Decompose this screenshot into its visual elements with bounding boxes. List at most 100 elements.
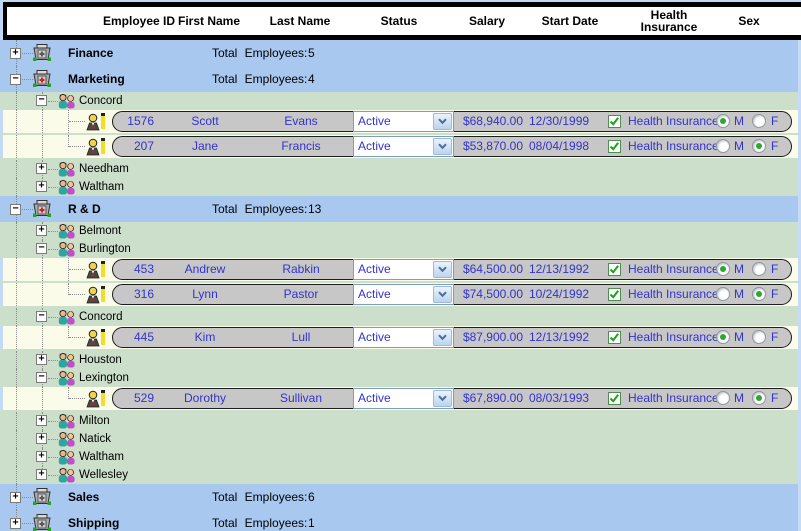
header-left-rule xyxy=(3,2,7,40)
check-icon xyxy=(609,141,620,152)
expand-toggle[interactable]: − xyxy=(36,243,47,254)
start-date-value: 08/03/1993 xyxy=(529,387,599,410)
last-name-value: Lull xyxy=(251,326,351,349)
employee-id-value: 453 xyxy=(114,258,154,281)
sex-male-label: M xyxy=(734,326,744,349)
tree-connector xyxy=(48,439,58,440)
tree-guide-line xyxy=(42,387,43,410)
sex-male-radio[interactable] xyxy=(716,391,730,405)
total-employees-count: 13 xyxy=(308,196,321,222)
first-name-value: Dorothy xyxy=(158,387,252,410)
sex-female-radio[interactable] xyxy=(752,287,766,301)
total-employees-label: Total Employees: xyxy=(212,66,307,92)
city-icon xyxy=(58,309,76,330)
status-dropdown[interactable]: Active xyxy=(353,327,454,348)
start-date-value: 12/13/1992 xyxy=(529,258,599,281)
sex-female-radio[interactable] xyxy=(752,114,766,128)
expand-toggle[interactable]: + xyxy=(36,415,47,426)
health-insurance-checkbox[interactable] xyxy=(608,140,621,153)
department-icon xyxy=(31,514,53,531)
expand-toggle[interactable]: + xyxy=(36,451,47,462)
city-icon xyxy=(58,93,76,114)
chevron-down-icon xyxy=(438,291,447,298)
check-icon xyxy=(609,264,620,275)
sex-female-label: F xyxy=(771,135,778,158)
expand-toggle[interactable]: + xyxy=(10,518,21,529)
sex-male-label: M xyxy=(734,135,744,158)
tree-guide-line xyxy=(16,240,17,258)
status-dropdown[interactable]: Active xyxy=(353,388,454,409)
expand-toggle[interactable]: − xyxy=(10,74,21,85)
sex-male-radio[interactable] xyxy=(716,287,730,301)
city-row: + Houston xyxy=(0,351,801,369)
tree-guide-line xyxy=(16,92,17,110)
tree-connector xyxy=(48,475,58,476)
sex-female-label: F xyxy=(771,387,778,410)
expand-toggle[interactable]: + xyxy=(36,354,47,365)
tree-connector xyxy=(48,378,58,379)
col-header-status: Status xyxy=(367,7,431,35)
expand-toggle[interactable]: + xyxy=(36,163,47,174)
check-icon xyxy=(609,116,620,127)
employee-id-value: 207 xyxy=(114,135,154,158)
expand-toggle[interactable]: − xyxy=(36,95,47,106)
sex-male-radio[interactable] xyxy=(716,114,730,128)
pencil-icon xyxy=(101,138,105,154)
sex-female-radio[interactable] xyxy=(752,139,766,153)
sex-female-radio[interactable] xyxy=(752,262,766,276)
col-header-employee-id: Employee ID xyxy=(97,7,181,35)
pencil-icon xyxy=(101,113,105,129)
salary-value: $74,500.00 xyxy=(448,283,523,306)
first-name-value: Andrew xyxy=(158,258,252,281)
total-employees-label: Total Employees: xyxy=(212,196,307,222)
city-row: + Natick xyxy=(0,430,801,448)
tree-connector xyxy=(69,146,85,147)
department-name: Shipping xyxy=(68,510,119,531)
tree-guide-line xyxy=(16,222,17,240)
expand-toggle[interactable]: + xyxy=(36,469,47,480)
employee-row: 207 Jane Francis Active $53,870.00 08/04… xyxy=(0,135,801,160)
expand-toggle[interactable]: + xyxy=(10,492,21,503)
last-name-value: Pastor xyxy=(251,283,351,306)
expand-toggle[interactable]: − xyxy=(36,311,47,322)
status-dropdown[interactable]: Active xyxy=(353,111,454,132)
tree-connector xyxy=(48,231,58,232)
total-employees-count: 6 xyxy=(308,484,315,510)
chevron-down-icon xyxy=(438,143,447,150)
expand-toggle[interactable]: + xyxy=(10,48,21,59)
status-value: Active xyxy=(358,112,391,131)
sex-female-radio[interactable] xyxy=(752,391,766,405)
col-header-salary: Salary xyxy=(455,7,519,35)
sex-male-radio[interactable] xyxy=(716,139,730,153)
tree-guide-line xyxy=(16,135,17,158)
health-insurance-checkbox[interactable] xyxy=(608,263,621,276)
status-dropdown[interactable]: Active xyxy=(353,136,454,157)
sex-male-radio[interactable] xyxy=(716,330,730,344)
tree-guide-line xyxy=(16,258,17,281)
status-dropdown[interactable]: Active xyxy=(353,284,454,305)
expand-toggle[interactable]: + xyxy=(36,433,47,444)
employee-row: 1576 Scott Evans Active $68,940.00 12/30… xyxy=(0,110,801,135)
expand-toggle[interactable]: + xyxy=(36,181,47,192)
expand-toggle[interactable]: + xyxy=(36,225,47,236)
employee-icon xyxy=(85,138,102,161)
health-insurance-checkbox[interactable] xyxy=(608,392,621,405)
sex-male-label: M xyxy=(734,110,744,133)
tree-guide-line xyxy=(16,110,17,133)
health-insurance-checkbox[interactable] xyxy=(608,115,621,128)
tree-connector xyxy=(69,294,85,295)
health-insurance-checkbox[interactable] xyxy=(608,331,621,344)
sex-female-radio[interactable] xyxy=(752,330,766,344)
status-dropdown[interactable]: Active xyxy=(353,259,454,280)
pencil-icon xyxy=(101,390,105,406)
first-name-value: Kim xyxy=(158,326,252,349)
sex-male-radio[interactable] xyxy=(716,262,730,276)
tree-guide-line xyxy=(42,326,43,349)
expand-toggle[interactable]: − xyxy=(10,204,21,215)
sex-female-label: F xyxy=(771,258,778,281)
city-name: Wellesley xyxy=(79,466,128,484)
health-insurance-checkbox[interactable] xyxy=(608,288,621,301)
city-row: + Waltham xyxy=(0,448,801,466)
expand-toggle[interactable]: − xyxy=(36,372,47,383)
last-name-value: Rabkin xyxy=(251,258,351,281)
